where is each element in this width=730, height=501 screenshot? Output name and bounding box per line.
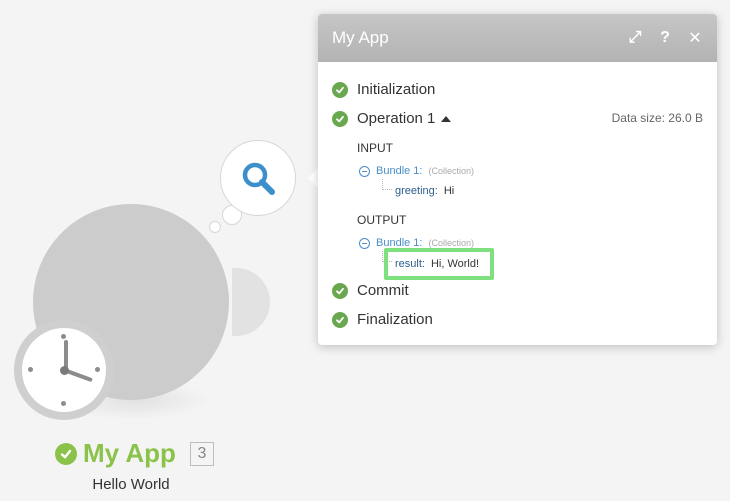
bubble-dot-small <box>209 221 221 233</box>
clock-center <box>60 366 69 375</box>
output-section-label: OUTPUT <box>357 213 407 227</box>
collapse-minus-icon[interactable] <box>359 237 370 249</box>
close-icon[interactable]: ✕ <box>687 28 703 48</box>
module-title[interactable]: My App <box>83 438 176 469</box>
search-bubble[interactable] <box>220 140 296 216</box>
input-field-greeting: greeting: Hi <box>395 185 454 197</box>
step-label: Finalization <box>357 311 433 328</box>
collapse-minus-icon[interactable] <box>359 165 370 177</box>
step-commit[interactable]: Commit <box>332 282 409 299</box>
check-icon <box>332 110 348 127</box>
clock-tick-6 <box>61 401 66 406</box>
tree-connector <box>382 179 392 190</box>
check-icon <box>332 282 348 299</box>
step-finalization[interactable]: Finalization <box>332 311 433 328</box>
step-initialization[interactable]: Initialization <box>332 81 435 98</box>
module-connector[interactable] <box>232 268 270 336</box>
panel-toolbar: ⤢ ? ✕ <box>627 28 703 48</box>
panel-title: My App <box>332 28 389 47</box>
panel-pointer <box>308 168 318 188</box>
clock-face <box>22 328 106 412</box>
step-label: Initialization <box>357 81 436 98</box>
field-value: Hi <box>443 185 455 197</box>
bundle-type: (Collection) <box>428 166 474 176</box>
clock-tick-12 <box>61 334 66 339</box>
step-label: Commit <box>357 282 409 299</box>
field-key: greeting: <box>395 185 438 197</box>
bundle-type: (Collection) <box>428 238 474 248</box>
module-name-row: My App 3 <box>55 438 214 469</box>
module-id-badge: 3 <box>189 441 214 466</box>
check-icon <box>332 81 348 98</box>
step-label: Operation 1 <box>357 110 436 127</box>
input-bundle[interactable]: Bundle 1: (Collection) <box>359 165 474 177</box>
clock-tick-9 <box>28 367 33 372</box>
expand-icon[interactable]: ⤢ <box>627 29 643 47</box>
module-subtitle: Hello World <box>92 476 170 493</box>
step-operation-1[interactable]: Operation 1 <box>332 110 452 127</box>
result-highlight-box <box>384 248 494 280</box>
execution-inspector-panel: My App ⤢ ? ✕ Initialization Operation 1 … <box>318 14 717 345</box>
clock-icon[interactable] <box>14 320 114 420</box>
clock-tick-3 <box>95 367 100 372</box>
help-icon[interactable]: ? <box>657 29 673 47</box>
input-section-label: INPUT <box>357 141 393 155</box>
bundle-name: Bundle 1: <box>376 165 423 177</box>
panel-header: My App ⤢ ? ✕ <box>318 14 717 62</box>
data-size: Data size: 26.0 B <box>611 111 703 125</box>
success-check-icon <box>55 442 77 465</box>
check-icon <box>332 311 348 328</box>
search-icon <box>239 159 279 204</box>
collapse-caret-icon[interactable] <box>441 115 452 122</box>
